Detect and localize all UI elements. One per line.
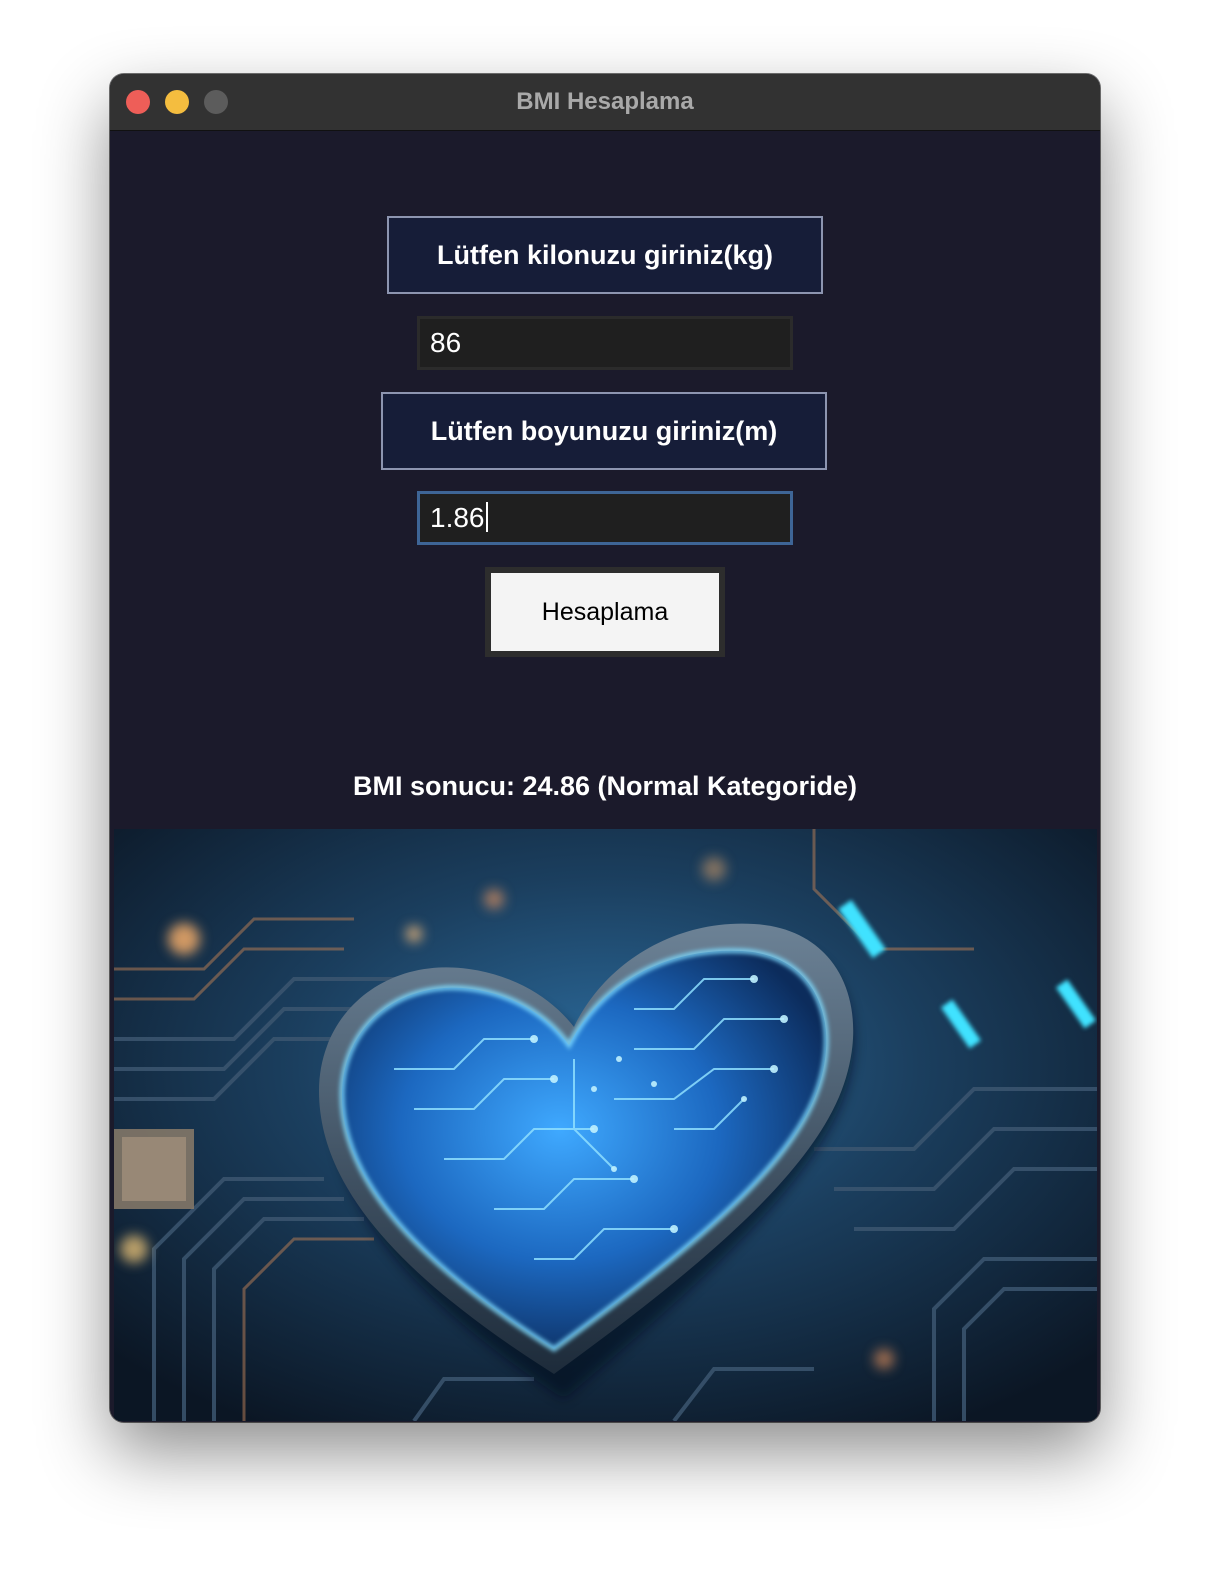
calculate-button-frame: Hesaplama [485, 567, 725, 657]
calculate-button[interactable]: Hesaplama [491, 573, 719, 651]
title-bar[interactable]: BMI Hesaplama [110, 74, 1100, 131]
window-title: BMI Hesaplama [516, 88, 694, 115]
weight-label: Lütfen kilonuzu giriniz(kg) [387, 216, 823, 294]
weight-input[interactable]: 86 [417, 316, 793, 370]
text-cursor [485, 502, 488, 532]
height-label: Lütfen boyunuzu giriniz(m) [381, 392, 827, 470]
bmi-result-text: BMI sonucu: 24.86 (Normal Kategoride) [352, 771, 858, 801]
heart-circuit-illustration [114, 829, 1097, 1421]
app-window: BMI Hesaplama Lütfen kilonuzu giriniz(kg… [110, 74, 1100, 1422]
height-input[interactable]: 1.86 [417, 491, 793, 545]
height-input-value: 1.86 [430, 502, 485, 533]
main-content: Lütfen kilonuzu giriniz(kg) 86 Lütfen bo… [110, 131, 1100, 1422]
heart-circuit-image [114, 829, 1097, 1421]
weight-input-value: 86 [430, 327, 462, 358]
